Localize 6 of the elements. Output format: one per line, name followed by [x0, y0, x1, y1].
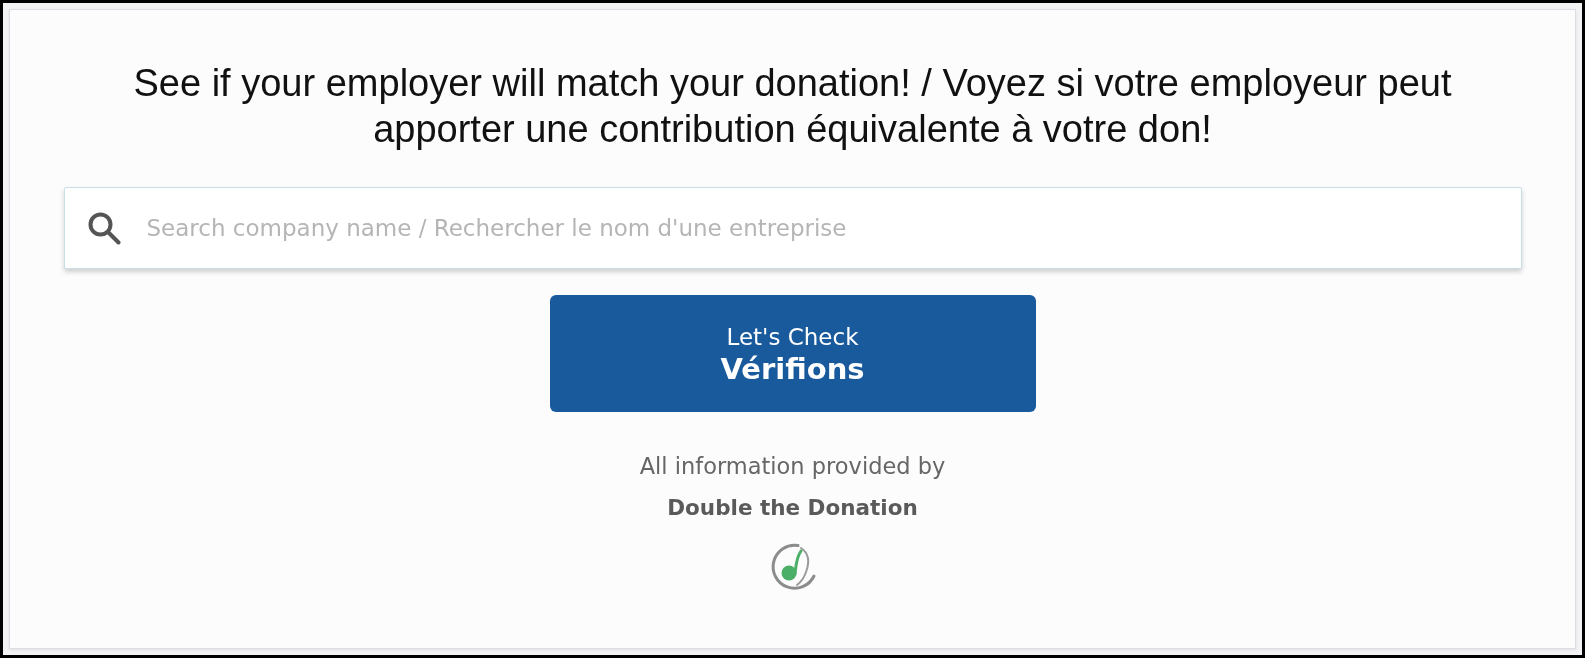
attribution-text: All information provided by [639, 452, 946, 480]
check-button[interactable]: Let's Check Vérifions [549, 295, 1036, 412]
search-field[interactable]: Search company name / Rechercher le nom d'une entreprise [63, 187, 1522, 269]
provider-name: Double the Donation [667, 494, 918, 522]
heading: See if your employer will match your donation! / Voyez si votre employeur peut apporter une contribution équivalente à votre don! [132, 61, 1453, 152]
search-icon [86, 211, 121, 245]
